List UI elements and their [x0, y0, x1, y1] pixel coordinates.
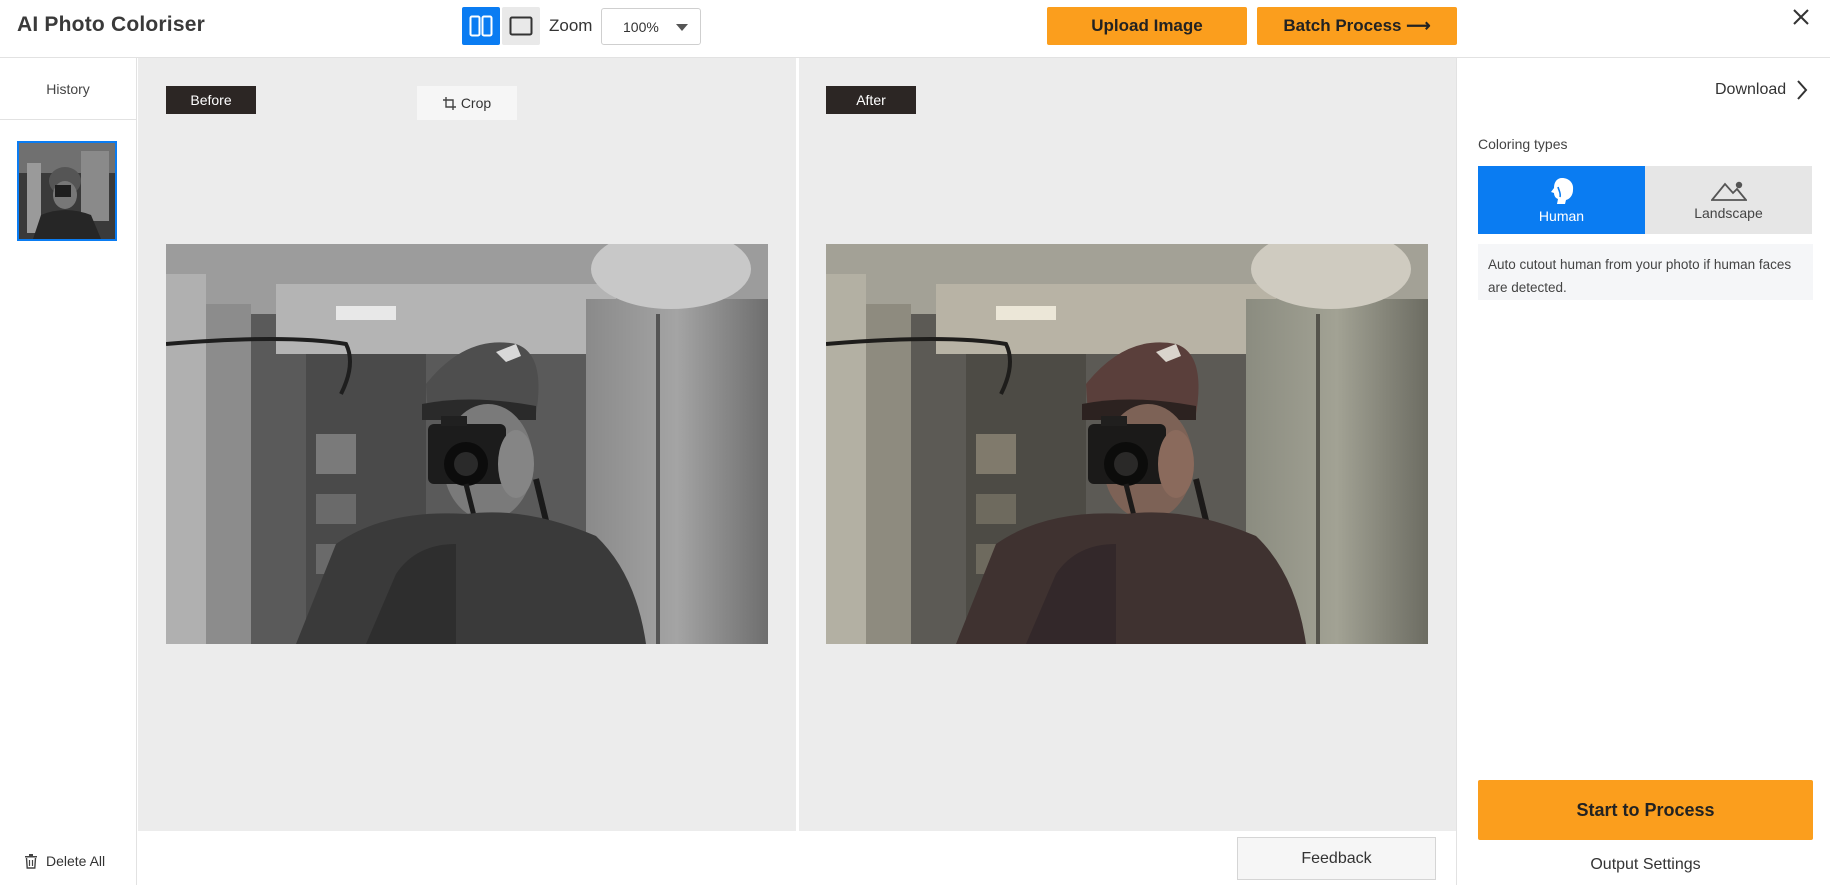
delete-all-button[interactable]: Delete All	[24, 851, 105, 871]
coloring-type-human-label: Human	[1538, 207, 1585, 224]
history-label: History	[0, 58, 136, 120]
coloring-type-human[interactable]: Human	[1478, 166, 1645, 234]
coloring-type-landscape-label: Landscape	[1694, 204, 1763, 221]
thumbnail-image	[19, 143, 115, 239]
after-photo	[826, 244, 1428, 644]
mountain-icon	[1710, 181, 1747, 201]
download-button[interactable]: Download	[1715, 78, 1808, 102]
top-toolbar: AI Photo Coloriser Zoom 100% Upload Imag…	[0, 0, 1830, 58]
coloring-type-landscape[interactable]: Landscape	[1645, 166, 1812, 234]
after-photo-image	[826, 244, 1428, 644]
before-photo	[166, 244, 768, 644]
coloring-types-label: Coloring types	[1478, 136, 1568, 152]
start-to-process-button[interactable]: Start to Process	[1478, 780, 1813, 840]
after-label: After	[826, 86, 916, 114]
human-head-icon	[1550, 177, 1573, 204]
history-thumbnail[interactable]	[17, 141, 117, 241]
comparison-workspace: Before Crop After	[138, 58, 1456, 831]
pane-divider[interactable]	[796, 58, 799, 831]
close-button[interactable]	[1790, 6, 1812, 28]
trash-icon	[25, 854, 37, 869]
feedback-button[interactable]: Feedback	[1237, 837, 1436, 880]
delete-all-label: Delete All	[46, 853, 106, 869]
settings-panel: Download Coloring types Human Landscape …	[1456, 58, 1830, 885]
app-title: AI Photo Coloriser	[17, 13, 205, 36]
history-sidebar: History Delete All	[0, 58, 137, 885]
crop-button[interactable]: Crop	[417, 86, 517, 120]
single-view-icon	[509, 16, 533, 36]
before-photo-image	[166, 244, 768, 644]
zoom-label: Zoom	[549, 16, 593, 35]
workspace-footer: Feedback	[138, 831, 1456, 885]
split-view-button[interactable]	[462, 7, 500, 45]
caret-down-icon	[676, 24, 688, 31]
coloring-type-description: Auto cutout human from your photo if hum…	[1478, 244, 1813, 300]
batch-process-button[interactable]: Batch Process ⟶	[1257, 7, 1457, 45]
crop-icon	[442, 96, 456, 110]
before-label: Before	[166, 86, 256, 114]
single-view-button[interactable]	[502, 7, 540, 45]
upload-image-button[interactable]: Upload Image	[1047, 7, 1247, 45]
crop-label: Crop	[460, 95, 492, 111]
close-icon	[1793, 9, 1809, 25]
zoom-value: 100%	[623, 19, 659, 35]
zoom-select[interactable]: 100%	[601, 8, 701, 45]
chevron-right-icon	[1797, 80, 1808, 100]
download-label: Download	[1715, 81, 1787, 98]
split-view-icon	[469, 15, 493, 37]
app-window: AI Photo Coloriser Zoom 100% Upload Imag…	[0, 0, 1830, 885]
output-settings-link[interactable]: Output Settings	[1478, 856, 1813, 874]
